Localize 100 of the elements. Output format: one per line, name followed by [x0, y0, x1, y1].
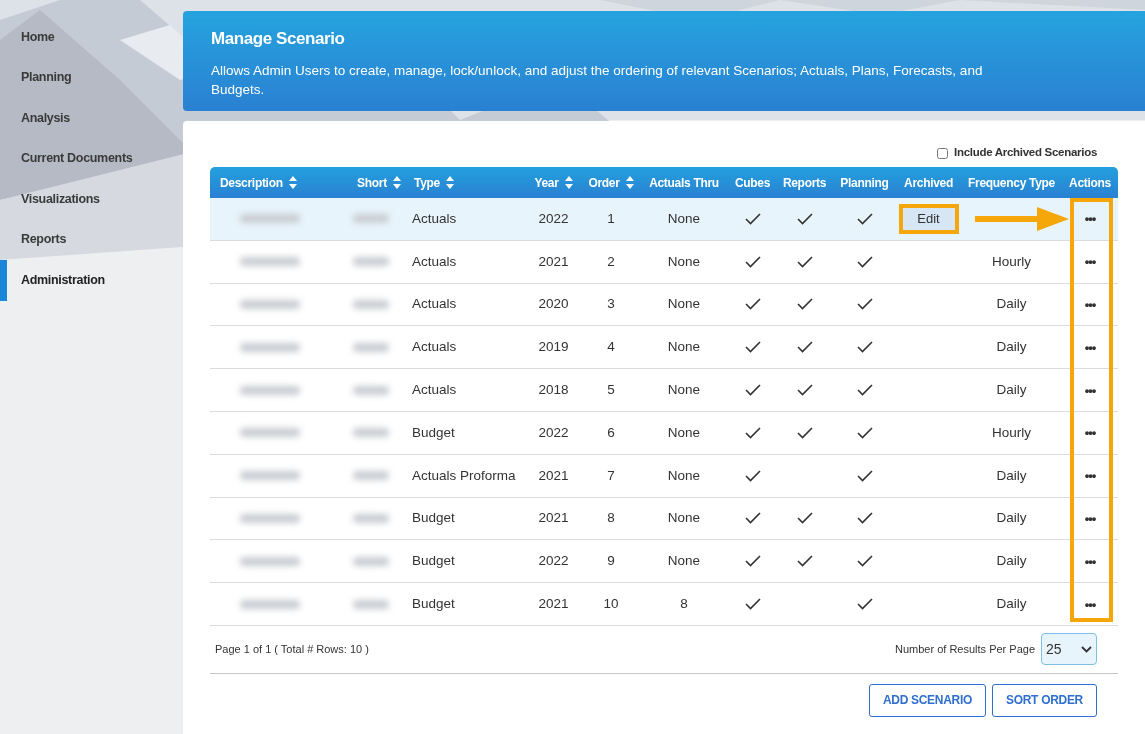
table-cell-text: 1	[607, 209, 615, 228]
more-actions-button[interactable]: •••	[1084, 212, 1096, 226]
table-cell-text: 2022	[538, 209, 569, 228]
more-actions-button[interactable]: •••	[1084, 597, 1096, 611]
per-page-label: Number of Results Per Page	[895, 642, 1035, 658]
sort-icon	[625, 176, 634, 189]
redacted-text	[353, 214, 389, 224]
more-actions-button[interactable]: •••	[1084, 426, 1096, 440]
redacted-text	[353, 385, 389, 395]
include-archived-label: Include Archived Scenarios	[954, 145, 1097, 161]
per-page-select[interactable]: 25	[1041, 633, 1097, 666]
table-cell-text: Hourly	[992, 423, 1031, 442]
page-info: Page 1 of 1 ( Total # Rows: 10 )	[215, 642, 369, 658]
table-cell-text: 9	[607, 552, 615, 571]
sidebar-item[interactable]: Reports	[21, 230, 67, 250]
redacted-text	[240, 257, 300, 267]
column-header[interactable]: Description	[220, 173, 297, 192]
more-actions-button[interactable]: •••	[1084, 340, 1096, 354]
table-cell-text: Daily	[996, 466, 1027, 485]
table-cell-text: 10	[603, 594, 619, 613]
table-cell-text: 2018	[538, 380, 569, 399]
table-cell-text: Daily	[996, 552, 1027, 571]
table-row[interactable]: Actuals Proforma 2021 7 None Daily •••	[210, 454, 1118, 498]
redacted-text	[240, 300, 300, 309]
redacted-text	[240, 513, 300, 523]
table-row[interactable]: Actuals 2019 4 None Daily •••	[210, 326, 1118, 370]
table-row[interactable]: Budget 2021 8 None Daily •••	[210, 497, 1118, 541]
table-cell-text: 3	[607, 295, 615, 314]
more-actions-button[interactable]: •••	[1084, 255, 1096, 269]
column-header: Frequency Type	[968, 174, 1055, 192]
include-archived-checkbox[interactable]	[937, 147, 949, 159]
sidebar-item[interactable]: Visualizations	[21, 189, 100, 209]
table-cell: Budget	[412, 510, 455, 526]
column-header: Reports	[782, 174, 827, 192]
redacted-text	[353, 257, 389, 267]
sort-icon	[564, 176, 573, 189]
sidebar-item[interactable]: Current Documents	[21, 149, 133, 169]
table-cell-text: 8	[607, 509, 615, 528]
table-cell-text: None	[667, 295, 701, 314]
table-row[interactable]: Budget 2022 9 None Daily •••	[210, 540, 1118, 584]
table-cell-text: 2021	[538, 509, 569, 528]
column-header: Actuals Thru	[649, 174, 719, 192]
sidebar-item[interactable]: Analysis	[21, 108, 70, 128]
action-button[interactable]: ADD SCENARIO	[868, 683, 986, 717]
redacted-text	[240, 214, 300, 224]
redacted-text	[240, 556, 300, 566]
table-cell-text: 2020	[538, 295, 569, 314]
column-header: Planning	[840, 174, 889, 192]
table-cell-text: None	[667, 252, 701, 271]
table-cell-text: 5	[607, 380, 615, 399]
table-cell-text: Daily	[996, 509, 1027, 528]
table-cell-text: 2021	[538, 252, 569, 271]
column-header[interactable]: Order	[588, 173, 634, 192]
chevron-down-icon	[1081, 645, 1092, 653]
table-row[interactable]: Actuals 2020 3 None Daily •••	[210, 283, 1118, 327]
more-actions-button[interactable]: •••	[1084, 554, 1096, 568]
table-row[interactable]: Actuals 2021 2 None Hourly •••	[210, 240, 1118, 284]
sidebar-item[interactable]: Home	[21, 27, 55, 47]
table-cell: Actuals	[412, 253, 457, 269]
edit-button[interactable]: Edit	[898, 203, 959, 234]
column-header: Actions	[1069, 174, 1111, 192]
column-header: Archived	[904, 174, 953, 192]
more-actions-button[interactable]: •••	[1084, 511, 1096, 525]
column-header[interactable]: Type	[414, 173, 454, 192]
table-cell: Budget	[412, 424, 455, 440]
table-cell-text: Daily	[996, 295, 1027, 314]
table-cell-text: 2022	[538, 552, 569, 571]
table-cell: Actuals	[412, 210, 457, 226]
table-row[interactable]: Actuals 2018 5 None Daily •••	[210, 369, 1118, 412]
redacted-text	[353, 300, 389, 309]
redacted-text	[240, 385, 300, 395]
sort-icon	[288, 176, 297, 189]
table-cell-text: None	[667, 552, 701, 571]
table-cell-text: None	[667, 423, 701, 442]
redacted-text	[353, 513, 389, 523]
sort-icon	[445, 176, 454, 189]
more-actions-button[interactable]: •••	[1084, 298, 1096, 311]
table-cell-text: 7	[607, 466, 615, 485]
table-cell-text: 4	[607, 338, 615, 357]
page-title: Manage Scenario	[211, 28, 346, 50]
table-cell-text: 2021	[538, 594, 569, 613]
action-button[interactable]: SORT ORDER	[992, 683, 1097, 717]
more-actions-button[interactable]: •••	[1084, 469, 1096, 483]
table-cell-text: 8	[680, 594, 688, 613]
table-cell-text: 2022	[538, 423, 569, 442]
redacted-text	[353, 428, 389, 438]
table-cell: Budget	[412, 553, 455, 569]
table-row[interactable]: Budget 2021 10 8 Daily •••	[210, 583, 1118, 626]
table-cell-text: 2021	[538, 466, 569, 485]
table-cell: Actuals	[412, 296, 457, 312]
sidebar-item[interactable]: Administration	[21, 270, 105, 290]
redacted-text	[353, 556, 389, 566]
more-actions-button[interactable]: •••	[1084, 383, 1096, 397]
page-description: Allows Admin Users to create, manage, lock/unlock, and adjust the ordering of relevant Scenarios; Actuals, Plans, Forecasts, and Budgets.	[211, 61, 984, 99]
sidebar-item[interactable]: Planning	[21, 68, 72, 88]
table-row[interactable]: Budget 2022 6 None Hourly •••	[210, 412, 1118, 455]
table-row[interactable]: Actuals 2022 1 None Edit •••	[210, 198, 1118, 241]
table-cell: Actuals	[412, 381, 457, 397]
table-cell-text: Daily	[996, 338, 1027, 357]
sort-icon	[392, 176, 401, 189]
